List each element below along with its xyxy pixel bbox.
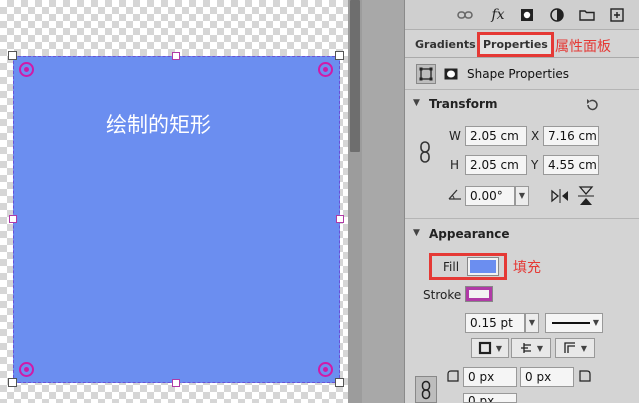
side-handle-bottom[interactable] — [172, 379, 180, 387]
corner-radius-handle-top-left[interactable] — [19, 62, 34, 77]
transform-section-header[interactable]: ▼ Transform — [405, 93, 639, 117]
chevron-down-icon: ▼ — [495, 343, 503, 353]
corner-radius-field-3[interactable]: 0 px — [463, 393, 517, 403]
stroke-color-swatch[interactable] — [465, 286, 493, 302]
corner-radius-field-1[interactable]: 0 px — [463, 367, 517, 387]
folder-icon[interactable] — [577, 5, 597, 25]
corner-top-left-icon — [445, 368, 461, 384]
properties-panel: fx Gradients Properties 属性面板 Shape Prope… — [404, 0, 639, 403]
corner-top-right-icon — [577, 368, 593, 384]
corner-handle-bottom-right[interactable] — [335, 378, 344, 387]
shape-properties-row: Shape Properties — [405, 59, 639, 90]
flip-vertical-icon[interactable] — [575, 184, 597, 208]
annotation-fill: 填充 — [513, 260, 541, 276]
y-field[interactable]: 4.55 cm — [543, 155, 599, 175]
rotation-angle-icon — [447, 186, 463, 202]
x-field[interactable]: 7.16 cm — [543, 126, 599, 146]
height-field[interactable]: 2.05 cm — [465, 155, 527, 175]
x-label: X — [531, 129, 540, 143]
appearance-title: Appearance — [429, 227, 510, 241]
drawn-rectangle[interactable]: 绘制的矩形 — [13, 56, 340, 383]
flip-horizontal-icon[interactable] — [549, 185, 571, 207]
corner-radius-handle-top-right[interactable] — [318, 62, 333, 77]
transform-title: Transform — [429, 97, 498, 111]
stroke-label: Stroke — [423, 288, 462, 302]
chevron-down-icon: ▼ — [580, 343, 588, 353]
annotation-properties-panel: 属性面板 — [555, 39, 611, 55]
adjustment-icon[interactable] — [547, 5, 567, 25]
chevron-down-icon: ▼ — [536, 343, 544, 353]
width-field[interactable]: 2.05 cm — [465, 126, 527, 146]
scroll-thumb[interactable] — [350, 0, 360, 152]
side-handle-left[interactable] — [9, 215, 17, 223]
side-handle-top[interactable] — [172, 52, 180, 60]
fill-color-swatch[interactable] — [467, 257, 499, 276]
stroke-width-field[interactable]: 0.15 pt — [465, 313, 525, 333]
link-icon[interactable] — [455, 5, 475, 25]
fx-effects-button[interactable]: fx — [487, 5, 509, 25]
corner-radius-handle-bottom-left[interactable] — [19, 362, 34, 377]
solid-line-icon — [552, 322, 590, 324]
rectangle-shape-icon[interactable] — [416, 64, 436, 84]
panel-toolbar: fx — [405, 0, 639, 30]
stroke-style-dropdown[interactable]: ▼ — [545, 313, 603, 333]
chevron-down-icon: ▼ — [413, 228, 420, 238]
side-handle-right[interactable] — [336, 215, 344, 223]
tab-gradients[interactable]: Gradients — [415, 38, 476, 51]
panel-tabs: Gradients Properties 属性面板 — [405, 31, 639, 58]
rotation-dropdown[interactable]: ▼ — [515, 186, 529, 206]
line-join-dropdown[interactable]: ▼ — [555, 338, 595, 358]
corner-handle-bottom-left[interactable] — [8, 378, 17, 387]
link-proportions-icon[interactable] — [417, 138, 433, 166]
mask-shape-icon[interactable] — [441, 64, 461, 84]
line-cap-dropdown[interactable]: ▼ — [511, 338, 551, 358]
add-layer-icon[interactable] — [607, 5, 627, 25]
mask-icon[interactable] — [517, 5, 537, 25]
chevron-down-icon: ▼ — [413, 98, 420, 108]
width-label: W — [449, 129, 461, 143]
canvas-scrollbar[interactable] — [348, 0, 362, 403]
reset-transform-icon[interactable] — [583, 96, 601, 114]
link-corners-icon[interactable] — [415, 376, 437, 403]
section-divider — [405, 218, 639, 219]
corner-radius-field-2[interactable]: 0 px — [520, 367, 574, 387]
appearance-section-header[interactable]: ▼ Appearance — [405, 223, 639, 247]
stroke-align-dropdown[interactable]: ▼ — [471, 338, 509, 358]
panel-gutter — [362, 0, 404, 403]
canvas[interactable]: 绘制的矩形 — [0, 0, 348, 403]
corner-handle-top-left[interactable] — [8, 51, 17, 60]
stroke-width-dropdown[interactable]: ▼ — [525, 313, 539, 333]
shape-label: 绘制的矩形 — [106, 113, 211, 137]
shape-properties-label: Shape Properties — [467, 67, 570, 81]
corner-handle-top-right[interactable] — [335, 51, 344, 60]
fill-label: Fill — [443, 260, 460, 274]
rotation-field[interactable]: 0.00° — [465, 186, 515, 206]
corner-radius-handle-bottom-right[interactable] — [318, 362, 333, 377]
tab-properties[interactable]: Properties — [477, 32, 554, 57]
y-label: Y — [531, 158, 539, 172]
chevron-down-icon: ▼ — [592, 318, 599, 327]
height-label: H — [450, 158, 460, 172]
